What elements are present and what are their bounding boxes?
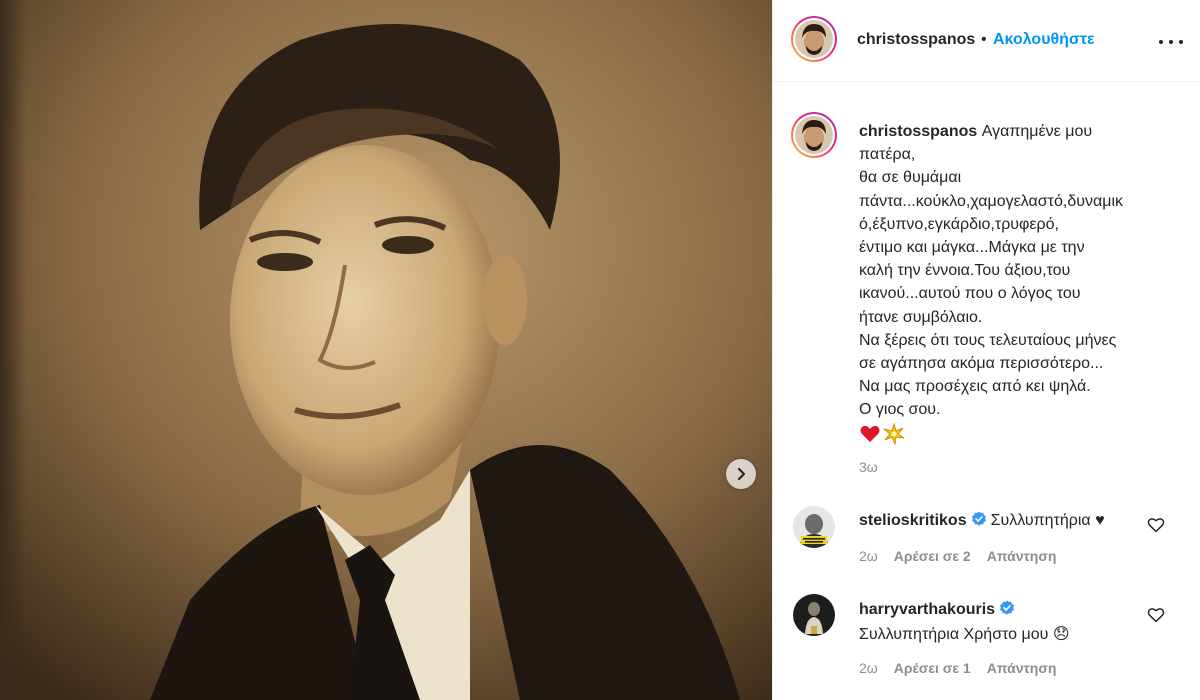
caption-line: Ο γιος σου. <box>859 401 941 419</box>
caption-line: ό,έξυπνο,εγκάρδιο,τρυφερό, <box>859 215 1059 233</box>
comment-meta: 2ω Αρέσει σε 1 Απάντηση <box>859 660 1056 676</box>
profile-picture <box>795 20 833 58</box>
post-header: christosspanos • Ακολουθήστε <box>773 0 1200 82</box>
sparkle-burst-icon <box>883 422 905 445</box>
profile-picture <box>795 116 833 154</box>
caption-line: ήτανε συμβόλαιο. <box>859 308 983 326</box>
caption-line: Αγαπημένε μου <box>981 123 1093 140</box>
more-options-icon[interactable] <box>1159 38 1183 46</box>
caption-line: καλή την έννοια.Του άξιου,του <box>859 262 1071 280</box>
comment-meta: 2ω Αρέσει σε 2 Απάντηση <box>859 548 1056 564</box>
caption-line: θα σε θυμάμαι <box>859 169 962 187</box>
separator-dot: • <box>981 31 987 48</box>
follow-button[interactable]: Ακολουθήστε <box>993 31 1095 49</box>
commenter-avatar[interactable] <box>793 506 835 548</box>
comment-timestamp[interactable]: 2ω <box>859 660 878 676</box>
avatar[interactable] <box>791 16 837 62</box>
caption-emojis <box>859 422 1149 446</box>
caption-line: Να ξέρεις ότι τους τελευταίους μήνες <box>859 331 1117 349</box>
like-heart-icon[interactable] <box>1147 606 1165 624</box>
comment-timestamp[interactable]: 2ω <box>859 548 878 564</box>
commenter-username[interactable]: stelioskritikos <box>859 512 967 529</box>
caption-line: πάντα...κούκλο,χαμογελαστό,δυναμικ <box>859 192 1123 210</box>
caption-line: Να μας προσέχεις από κει ψηλά. <box>859 378 1091 396</box>
profile-picture <box>793 506 835 548</box>
commenter-username[interactable]: harryvarthakouris <box>859 601 995 618</box>
commenter-avatar[interactable] <box>793 594 835 636</box>
post-caption: christosspanos Αγαπημένε μου πατέρα, θα … <box>859 120 1149 446</box>
reply-button[interactable]: Απάντηση <box>987 548 1057 564</box>
post-author-username[interactable]: christosspanos <box>857 31 975 49</box>
red-heart-icon <box>860 425 880 442</box>
carousel-next-button[interactable] <box>726 459 756 489</box>
post-photo[interactable] <box>0 0 772 700</box>
comment-text: Συλλυπητήρια Χρήστο μου 😞 <box>859 626 1070 643</box>
caption-line: ικανού...αυτού που ο λόγος του <box>859 285 1081 303</box>
caption-username[interactable]: christosspanos <box>859 123 977 140</box>
caption-line: σε αγάπησα ακόμα περισσότερο... <box>859 355 1104 373</box>
caption-line: έντιμο και μάγκα...Μάγκα με την <box>859 239 1085 257</box>
verified-badge-icon <box>1000 600 1015 615</box>
caption-timestamp[interactable]: 3ω <box>859 459 878 475</box>
like-heart-icon[interactable] <box>1147 516 1165 534</box>
comment-text: Συλλυπητήρια ♥ <box>990 512 1105 529</box>
caption-avatar[interactable] <box>791 112 837 158</box>
comment-likes-button[interactable]: Αρέσει σε 2 <box>894 548 971 564</box>
comment-likes-button[interactable]: Αρέσει σε 1 <box>894 660 971 676</box>
post-side-panel: christosspanos • Ακολουθήστε christosspa… <box>772 0 1200 700</box>
sepia-portrait-image <box>0 0 772 700</box>
caption-line: πατέρα, <box>859 146 916 164</box>
profile-picture <box>793 594 835 636</box>
reply-button[interactable]: Απάντηση <box>987 660 1057 676</box>
chevron-right-icon <box>737 467 746 481</box>
verified-badge-icon <box>971 511 986 526</box>
